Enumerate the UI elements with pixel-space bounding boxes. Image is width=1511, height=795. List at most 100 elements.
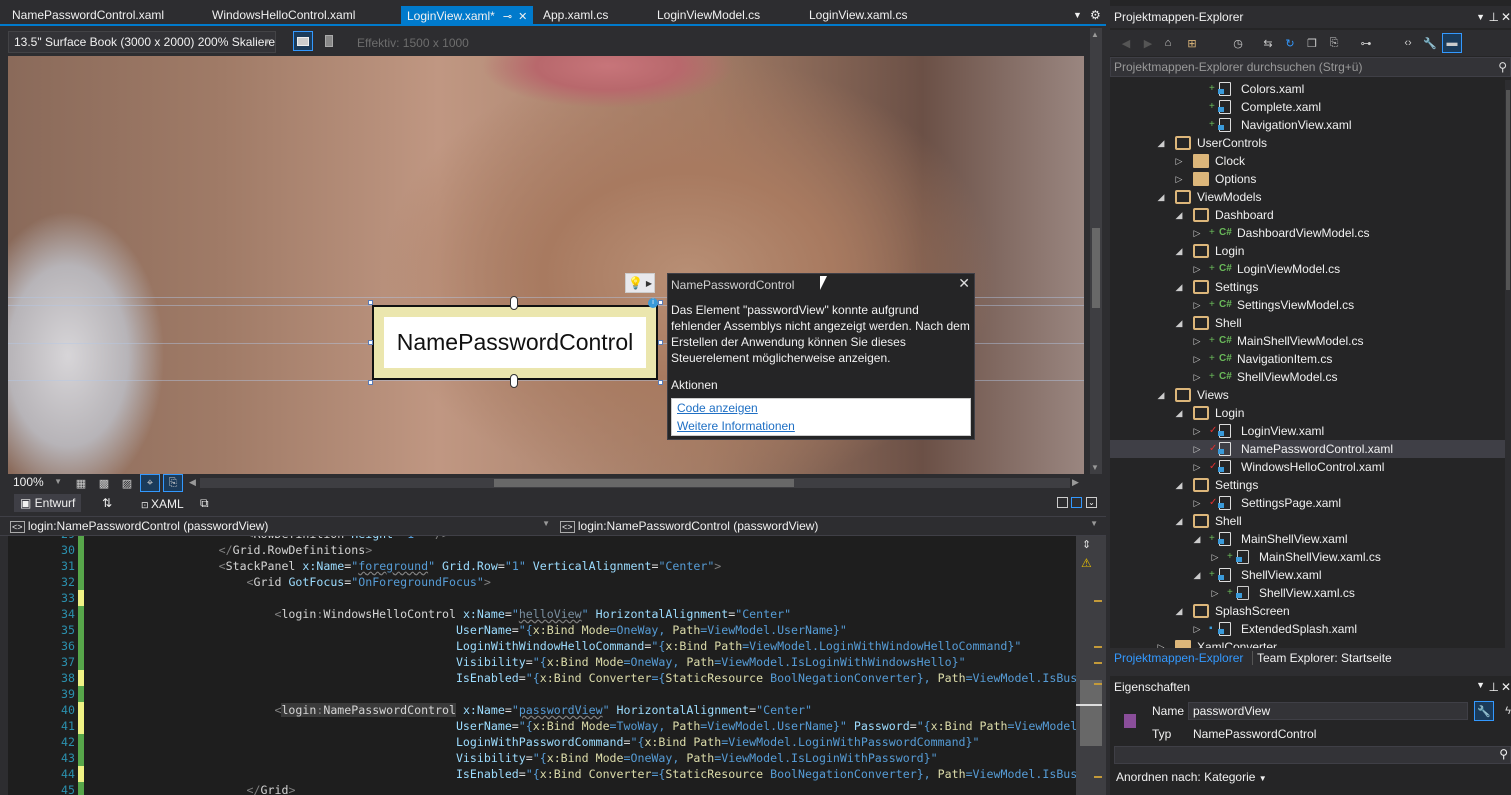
design-canvas[interactable]: NamePasswordControl i 💡 ▶ NamePasswordCon… (8, 56, 1084, 474)
code-line[interactable]: 41 UserName="{x:Bind Mode=TwoWay, Path=V… (8, 718, 1076, 734)
expanded-icon[interactable]: ◢ (1173, 404, 1185, 422)
code-line[interactable]: 34 <login:WindowsHelloControl x:Name="he… (8, 606, 1076, 622)
tree-item[interactable]: ◢ Dashboard (1110, 206, 1505, 224)
search-icon[interactable]: ⚲ (1498, 58, 1507, 76)
snap-snaplines-icon[interactable]: ⎘ (163, 474, 183, 492)
scope-icon[interactable]: ⊶ (1356, 33, 1376, 53)
code-line[interactable]: 36 LoginWithWindowHelloCommand="{x:Bind … (8, 638, 1076, 654)
code-line[interactable]: 32 <Grid GotFocus="OnForegroundFocus"> (8, 574, 1076, 590)
arrange-by-dropdown[interactable]: Anordnen nach: Kategorie ▼ (1116, 770, 1267, 784)
snap-gridlines-icon[interactable]: ⌖ (140, 474, 160, 492)
tree-scrollbar[interactable] (1505, 80, 1511, 648)
popout-xaml-icon[interactable]: ⧉ (200, 496, 209, 511)
collapsed-icon[interactable]: ▷ (1191, 494, 1203, 512)
collapsed-icon[interactable]: ▷ (1191, 422, 1203, 440)
tree-item[interactable]: ▷ + MainShellView.xaml.cs (1110, 548, 1505, 566)
tree-item[interactable]: ◢ Views (1110, 386, 1505, 404)
tree-item[interactable]: + Colors.xaml (1110, 80, 1505, 98)
tree-item[interactable]: ▷ + C# LoginViewModel.cs (1110, 260, 1505, 278)
landscape-orientation-button[interactable] (293, 31, 313, 51)
horizontal-split-icon[interactable] (1071, 497, 1082, 508)
namepasswordcontrol-placeholder[interactable]: NamePasswordControl (372, 305, 658, 380)
expanded-icon[interactable]: ◢ (1173, 476, 1185, 494)
expanded-icon[interactable]: ◢ (1173, 314, 1185, 332)
checkerboard-icon[interactable]: ▨ (117, 474, 137, 492)
device-select[interactable]: 13.5" Surface Book (3000 x 2000) 200% Sk… (8, 31, 276, 53)
scroll-left-icon[interactable]: ◀ (189, 477, 196, 488)
tree-item[interactable]: ◢ + MainShellView.xaml (1110, 530, 1505, 548)
expanded-icon[interactable]: ◢ (1173, 602, 1185, 620)
vertical-split-icon[interactable] (1057, 497, 1068, 508)
collapse-pane-icon[interactable]: ⌄ (1086, 497, 1097, 508)
expanded-icon[interactable]: ◢ (1173, 512, 1185, 530)
pending-changes-icon[interactable]: ◷ (1228, 33, 1248, 53)
quick-actions-lightbulb-button[interactable]: 💡 ▶ (625, 273, 655, 293)
collapsed-icon[interactable]: ▷ (1209, 584, 1221, 602)
tree-item[interactable]: ▷ + C# MainShellViewModel.cs (1110, 332, 1505, 350)
scroll-thumb[interactable] (1506, 90, 1510, 290)
tree-item[interactable]: ▷ ▪ ExtendedSplash.xaml (1110, 620, 1505, 638)
back-icon[interactable]: ◀ (1116, 33, 1136, 53)
tree-item[interactable]: ▷ + C# ShellViewModel.cs (1110, 368, 1505, 386)
tree-item[interactable]: + NavigationView.xaml (1110, 116, 1505, 134)
properties-wrench-icon[interactable]: 🔧 (1420, 33, 1440, 53)
expanded-icon[interactable]: ◢ (1191, 566, 1203, 584)
tab-loginview-xaml-cs[interactable]: LoginView.xaml.cs (809, 6, 908, 24)
expanded-icon[interactable]: ◢ (1155, 134, 1167, 152)
tree-item[interactable]: + Complete.xaml (1110, 98, 1505, 116)
sync-icon[interactable]: ⇆ (1258, 33, 1278, 53)
xaml-code-editor[interactable]: 29 <RowDefinition Height="1*" />30 </Gri… (8, 536, 1076, 795)
expanded-icon[interactable]: ◢ (1155, 188, 1167, 206)
preview-selected-icon[interactable]: ▬ (1442, 33, 1462, 53)
tree-item[interactable]: ▷ ✓ WindowsHelloControl.xaml (1110, 458, 1505, 476)
gear-icon[interactable]: ⚙ (1090, 6, 1101, 24)
tree-item[interactable]: ◢ Login (1110, 404, 1505, 422)
panel-menu-icon[interactable]: ▼ (1476, 680, 1485, 690)
collapsed-icon[interactable]: ▷ (1191, 368, 1203, 386)
resize-handle[interactable] (368, 300, 373, 305)
tab-team-explorer[interactable]: Team Explorer: Startseite (1252, 651, 1392, 665)
info-icon[interactable]: i (648, 298, 658, 308)
tree-item[interactable]: ◢ SplashScreen (1110, 602, 1505, 620)
tab-windowshellocontrol-xaml[interactable]: WindowsHelloControl.xaml (212, 6, 355, 24)
tree-item[interactable]: ▷ Options (1110, 170, 1505, 188)
code-line[interactable]: 39 (8, 686, 1076, 702)
tree-item[interactable]: ▷ + C# DashboardViewModel.cs (1110, 224, 1505, 242)
pin-icon[interactable]: ⊥ (1489, 680, 1499, 694)
grid-icon[interactable]: ▦ (71, 474, 91, 492)
collapsed-icon[interactable]: ▷ (1191, 440, 1203, 458)
collapsed-icon[interactable]: ▷ (1191, 296, 1203, 314)
swap-panes-icon[interactable]: ⇅ (102, 496, 112, 510)
expanded-icon[interactable]: ◢ (1155, 386, 1167, 404)
scroll-thumb[interactable] (1080, 680, 1102, 746)
tree-item[interactable]: ◢ + ShellView.xaml (1110, 566, 1505, 584)
portrait-orientation-button[interactable] (319, 31, 339, 51)
close-icon[interactable]: ✕ (518, 11, 527, 23)
more-info-link[interactable]: Weitere Informationen (672, 417, 970, 435)
code-line[interactable]: 42 LoginWithPasswordCommand="{x:Bind Pat… (8, 734, 1076, 750)
code-line[interactable]: 30 </Grid.RowDefinitions> (8, 542, 1076, 558)
resize-handle[interactable] (658, 300, 663, 305)
resize-handle[interactable] (368, 380, 373, 385)
code-line[interactable]: 33 (8, 590, 1076, 606)
tab-design[interactable]: ▣ Entwurf (14, 494, 82, 512)
tree-item[interactable]: ▷ ✓ NamePasswordControl.xaml (1110, 440, 1505, 458)
collapsed-icon[interactable]: ▷ (1191, 620, 1203, 638)
editor-vertical-scrollbar[interactable]: ⇕ ⚠ (1076, 536, 1106, 795)
scroll-right-icon[interactable]: ▶ (1072, 477, 1079, 488)
expanded-icon[interactable]: ◢ (1173, 278, 1185, 296)
events-icon[interactable]: ϟ (1498, 701, 1511, 721)
code-line[interactable]: 45 </Grid> (8, 782, 1076, 795)
tab-app-xaml-cs[interactable]: App.xaml.cs (543, 6, 608, 24)
resize-handle[interactable] (658, 380, 663, 385)
refresh-icon[interactable]: ↻ (1280, 33, 1300, 53)
pin-icon[interactable]: ⊸ (503, 11, 512, 23)
tree-item[interactable]: ◢ Settings (1110, 476, 1505, 494)
tree-item[interactable]: ▷ Clock (1110, 152, 1505, 170)
collapsed-icon[interactable]: ▷ (1191, 458, 1203, 476)
collapsed-icon[interactable]: ▷ (1173, 152, 1185, 170)
tree-item[interactable]: ◢ Login (1110, 242, 1505, 260)
tree-item[interactable]: ◢ UserControls (1110, 134, 1505, 152)
horizontal-scrollbar[interactable] (200, 478, 1070, 488)
pin-icon[interactable]: ⊥ (1489, 6, 1499, 28)
